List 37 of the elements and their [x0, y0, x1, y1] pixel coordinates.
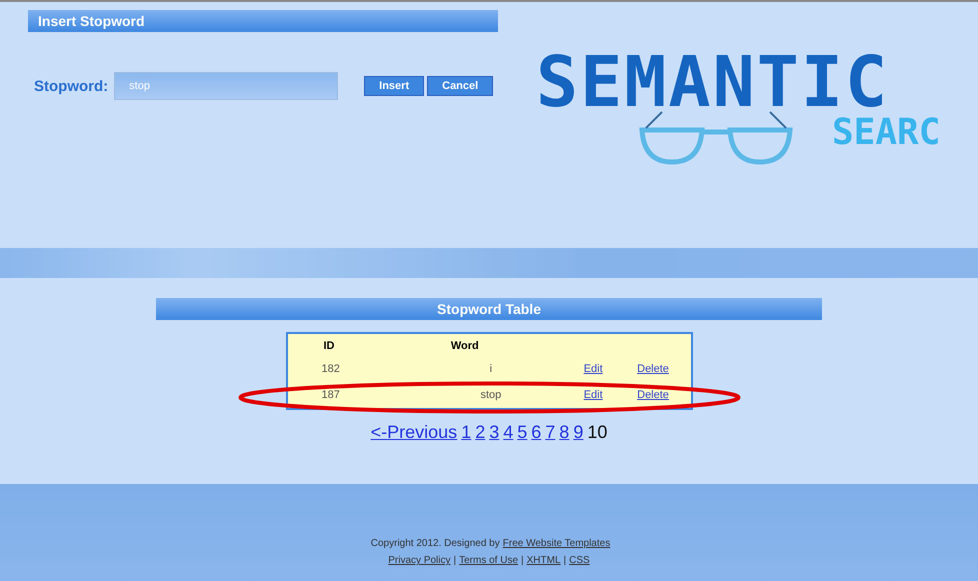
page-link[interactable]: 2: [475, 422, 486, 442]
copyright-text: Copyright 2012. Designed by: [370, 538, 500, 549]
current-page: 10: [587, 422, 608, 442]
page-link[interactable]: 7: [545, 422, 556, 442]
page-link[interactable]: 1: [461, 422, 472, 442]
table-cell-text: stop: [479, 388, 502, 403]
table-cell-text: i: [488, 362, 494, 377]
insert-button[interactable]: Insert: [364, 76, 424, 96]
cancel-button[interactable]: Cancel: [427, 76, 494, 96]
logo-title: SEMANTIC: [536, 50, 890, 114]
panel-heading: Insert Stopword: [28, 10, 498, 32]
footer-link[interactable]: Terms of Use: [459, 555, 518, 566]
column-header: Word: [450, 339, 480, 354]
page-link[interactable]: 5: [517, 422, 528, 442]
separator-text: |: [521, 555, 524, 566]
footer-link[interactable]: XHTML: [526, 555, 561, 566]
page-link[interactable]: 6: [531, 422, 542, 442]
separator-text: |: [454, 555, 456, 566]
logo-subtitle: SEARC: [832, 112, 940, 153]
table-cell-text: 187: [320, 388, 341, 403]
panel-heading: Stopword Table: [156, 298, 822, 320]
previous-link[interactable]: <-Previous: [370, 422, 458, 442]
page-link[interactable]: 9: [573, 422, 584, 442]
page-link[interactable]: 4: [503, 422, 514, 442]
table-cell-text: 182: [320, 362, 341, 377]
edit-link[interactable]: Edit: [584, 389, 603, 401]
page-link[interactable]: 8: [559, 422, 570, 442]
designer-link[interactable]: Free Website Templates: [502, 538, 610, 549]
delete-link[interactable]: Delete: [637, 363, 669, 375]
field-label: Stopword:: [34, 78, 108, 94]
footer-link[interactable]: CSS: [569, 555, 590, 566]
separator-text: |: [564, 555, 566, 566]
edit-link[interactable]: Edit: [584, 363, 603, 375]
delete-link[interactable]: Delete: [637, 389, 669, 401]
footer-link[interactable]: Privacy Policy: [388, 555, 451, 566]
column-header: ID: [322, 339, 336, 354]
page-link[interactable]: 3: [489, 422, 500, 442]
